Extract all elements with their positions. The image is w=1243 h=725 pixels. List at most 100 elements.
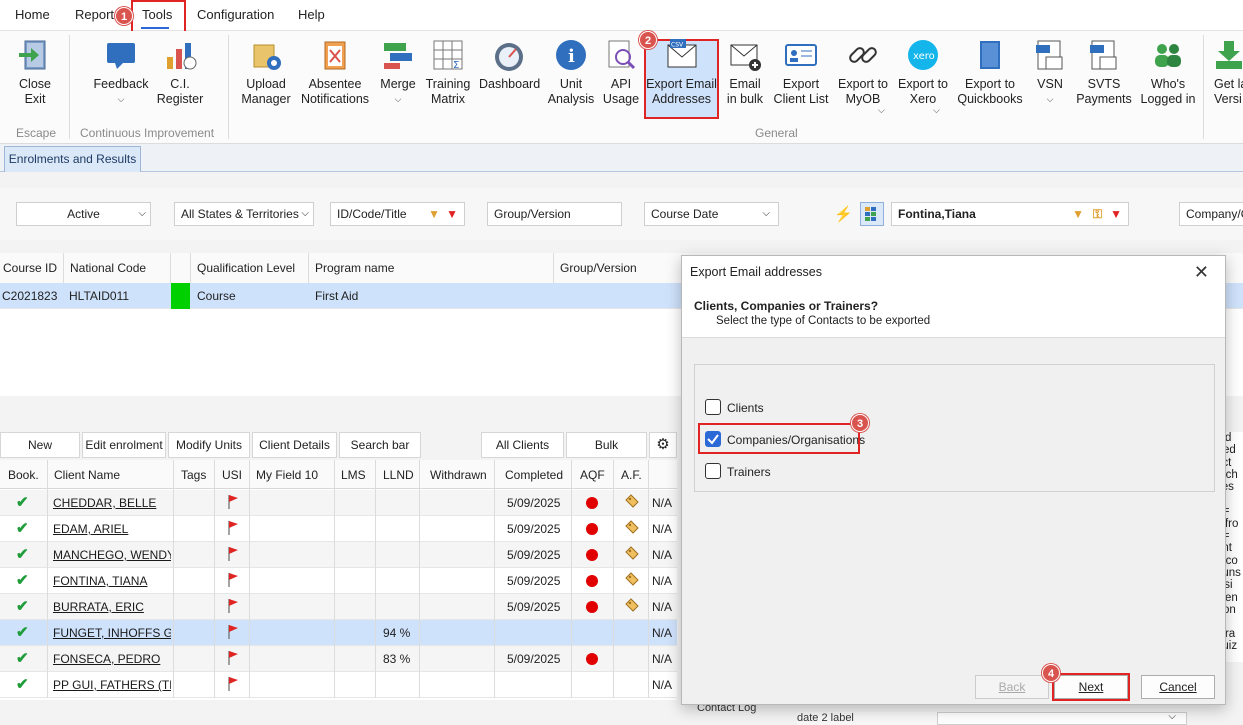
header-national-code[interactable]: National Code [70,261,146,275]
client-name-link[interactable]: FONTINA, TIANA [53,574,171,588]
menu-configuration[interactable]: Configuration [197,7,274,22]
trainers-checkbox[interactable] [705,463,721,479]
vsn-button[interactable]: VSN ⌵ [1032,37,1068,107]
dialog-titlebar: Export Email addresses ✕ [682,256,1225,288]
filter-icon[interactable]: ▼ [1072,203,1084,225]
export-email-addresses-button[interactable]: CSV Export Email Addresses [646,37,717,107]
table-row[interactable]: ✔ FONTINA, TIANA 5/09/2025 N/A [0,568,677,594]
modify-units-button[interactable]: Modify Units [168,432,250,458]
search-bar-button[interactable]: Search bar [339,432,421,458]
export-myob-button[interactable]: Export to MyOB [836,37,890,107]
close-icon[interactable]: ✕ [1194,256,1209,288]
client-name-link[interactable]: CHEDDAR, BELLE [53,496,171,510]
absentee-notifications-button[interactable]: Absentee Notifications [298,37,372,107]
export-quickbooks-button[interactable]: Export to Quickbooks [956,37,1024,107]
clients-label[interactable]: Clients [727,401,764,415]
training-matrix-button[interactable]: Σ Training Matrix [424,37,472,107]
merge-button[interactable]: Merge ⌵ [378,37,418,107]
trainer-search-input[interactable]: Fontina,Tiana ▼ ⚿ ▼ [891,202,1129,226]
header-usi[interactable]: USI [222,468,242,482]
trainers-label[interactable]: Trainers [727,465,771,479]
status-color-cell [171,283,190,309]
key-icon[interactable]: ⚿ [1093,203,1102,225]
header-book[interactable]: Book. [8,468,39,482]
grid-view-icon[interactable] [860,202,884,226]
email-in-bulk-button[interactable]: Email in bulk [724,37,766,107]
header-llnd[interactable]: LLND [383,468,414,482]
close-exit-button[interactable]: Close Exit [10,37,60,107]
back-button[interactable]: Back [975,675,1049,699]
group-separator [1203,35,1204,139]
clients-checkbox[interactable] [705,399,721,415]
id-code-search-input[interactable]: ID/Code/Title ▼ ▼ [330,202,465,226]
table-row[interactable]: ✔ EDAM, ARIEL 5/09/2025 N/A [0,516,677,542]
get-latest-version-button[interactable]: Get la Versi [1210,37,1243,107]
tag-icon[interactable] [623,572,639,591]
header-tags[interactable]: Tags [181,468,206,482]
menu-reports[interactable]: Reports [75,7,121,22]
svts-payments-button[interactable]: SVTS Payments [1076,37,1132,107]
header-my-field-10[interactable]: My Field 10 [256,468,318,482]
api-usage-button[interactable]: API Usage [602,37,640,107]
client-details-button[interactable]: Client Details [252,432,337,458]
client-name-link[interactable]: FUNGET, INHOFFS GRE [53,626,171,640]
new-enrolment-button[interactable]: New Enrolment [0,432,80,476]
menu-home[interactable]: Home [15,7,50,22]
edit-enrolment-button[interactable]: Edit enrolment [82,432,166,458]
course-date-dropdown[interactable]: Course Date ⌵ [644,202,779,226]
table-row[interactable]: ✔ FONSECA, PEDRO 83 % 5/09/2025 N/A [0,646,677,672]
client-name-link[interactable]: EDAM, ARIEL [53,522,171,536]
all-clients-button[interactable]: All Clients [481,432,564,458]
table-row[interactable]: ✔ MANCHEGO, WENDY 5/09/2025 N/A [0,542,677,568]
filter-icon[interactable]: ▼ [428,203,440,225]
states-dropdown[interactable]: All States & Territories ⌵ [174,202,314,226]
contact-log-tab[interactable]: Contact Log [697,702,777,722]
svts-payments-label: SVTS Payments [1076,77,1132,106]
settings-gear-icon[interactable]: ⚙ [649,432,677,458]
header-af[interactable]: A.F. [621,468,642,482]
tag-icon[interactable] [623,598,639,617]
header-program-name[interactable]: Program name [315,261,394,275]
document-tab-strip: Enrolments and Results [0,144,1243,172]
client-name-link[interactable]: PP GUI, FATHERS (TEST [53,678,171,692]
header-course-id[interactable]: Course ID [3,261,57,275]
export-client-list-button[interactable]: Export Client List [772,37,830,107]
table-row[interactable]: ✔ FUNGET, INHOFFS GRE 94 % N/A [0,620,677,646]
header-aqf[interactable]: AQF [580,468,605,482]
header-withdrawn[interactable]: Withdrawn [430,468,487,482]
status-dropdown[interactable]: Active ⌵ [16,202,151,226]
group-version-input[interactable]: Group/Version [487,202,622,226]
ci-register-button[interactable]: C.I. Register [155,37,205,107]
enrolment-grid: Book. Client Name Tags USI My Field 10 L… [0,460,677,700]
date-2-dropdown[interactable]: ⌵ [937,711,1187,725]
dashboard-button[interactable]: Dashboard [479,37,540,92]
lightning-icon[interactable]: ⚡ [834,205,853,223]
client-name-link[interactable]: MANCHEGO, WENDY [53,548,171,562]
whos-logged-in-button[interactable]: Who's Logged in [1140,37,1196,107]
tab-enrolments-and-results[interactable]: Enrolments and Results [4,146,141,172]
client-name-link[interactable]: BURRATA, ERIC [53,600,171,614]
header-completed[interactable]: Completed [505,468,563,482]
client-name-link[interactable]: FONSECA, PEDRO [53,652,171,666]
header-lms[interactable]: LMS [341,468,366,482]
cancel-button[interactable]: Cancel [1141,675,1215,699]
company-dropdown[interactable]: Company/O [1179,202,1243,226]
header-group-version[interactable]: Group/Version [560,261,637,275]
table-row[interactable]: ✔ BURRATA, ERIC 5/09/2025 N/A [0,594,677,620]
feedback-button[interactable]: Feedback ⌵ [92,37,150,107]
table-row[interactable]: ✔ CHEDDAR, BELLE 5/09/2025 N/A [0,490,677,516]
tag-icon[interactable] [623,546,639,565]
tag-icon[interactable] [623,520,639,539]
upload-manager-button[interactable]: Upload Manager [240,37,292,107]
export-xero-button[interactable]: xero Export to Xero [896,37,950,107]
table-row[interactable]: ✔ PP GUI, FATHERS (TEST N/A [0,672,677,698]
tag-icon[interactable] [623,494,639,513]
usi-flag-icon [227,572,239,591]
clear-filter-icon[interactable]: ▼ [446,203,458,225]
menu-help[interactable]: Help [298,7,325,22]
clear-filter-icon[interactable]: ▼ [1110,203,1122,225]
bulk-button[interactable]: Bulk [566,432,647,458]
unit-analysis-button[interactable]: i Unit Analysis [546,37,596,107]
header-qualification-level[interactable]: Qualification Level [197,261,295,275]
header-client-name[interactable]: Client Name [54,468,120,482]
